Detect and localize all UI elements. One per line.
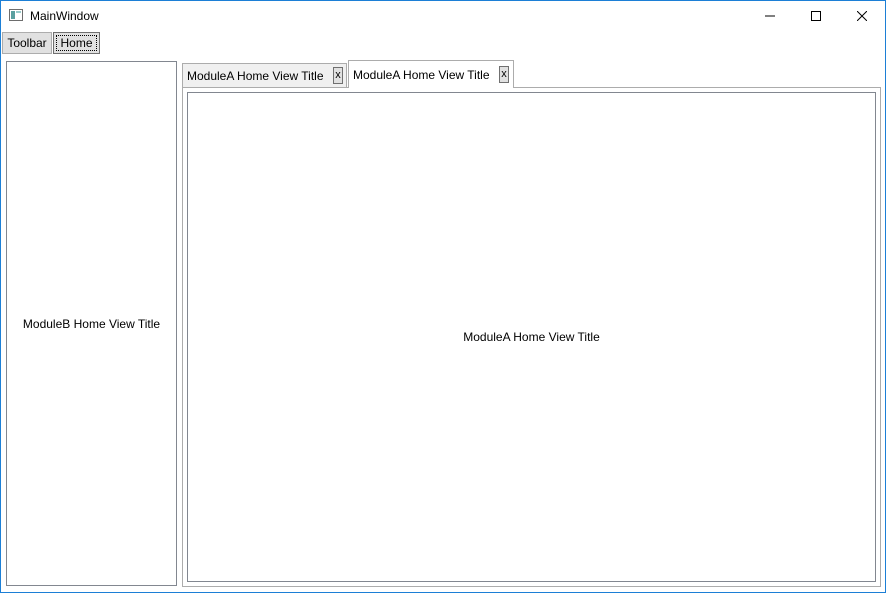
tab-modulea-2[interactable]: ModuleA Home View Title x — [348, 60, 514, 88]
main-window: MainWindow Toolbar Home ModuleB Home Vie… — [0, 0, 886, 593]
tab-label: ModuleA Home View Title — [353, 68, 490, 82]
app-window-icon — [9, 9, 23, 21]
minimize-icon — [765, 15, 775, 17]
window-title: MainWindow — [30, 9, 99, 23]
tab-close-button[interactable]: x — [499, 66, 509, 83]
moduleb-region: ModuleB Home View Title — [6, 61, 177, 586]
focus-rectangle — [56, 35, 97, 51]
toolbar-button[interactable]: Toolbar — [2, 32, 52, 54]
tab-close-button[interactable]: x — [333, 67, 343, 84]
tab-content-panel: ModuleA Home View Title — [182, 87, 881, 587]
minimize-button[interactable] — [747, 1, 793, 31]
title-bar[interactable]: MainWindow — [1, 1, 885, 31]
home-button[interactable]: Home — [53, 32, 100, 54]
modulea-home-view-title: ModuleA Home View Title — [463, 330, 600, 344]
close-button[interactable] — [839, 1, 885, 31]
toolbar-button-label: Toolbar — [7, 36, 47, 50]
tab-modulea-1[interactable]: ModuleA Home View Title x — [182, 63, 347, 87]
moduleb-home-view-title: ModuleB Home View Title — [22, 316, 161, 331]
close-icon — [857, 11, 867, 21]
tab-label: ModuleA Home View Title — [187, 69, 324, 83]
maximize-button[interactable] — [793, 1, 839, 31]
modulea-view: ModuleA Home View Title — [187, 92, 876, 582]
maximize-icon — [811, 11, 821, 21]
